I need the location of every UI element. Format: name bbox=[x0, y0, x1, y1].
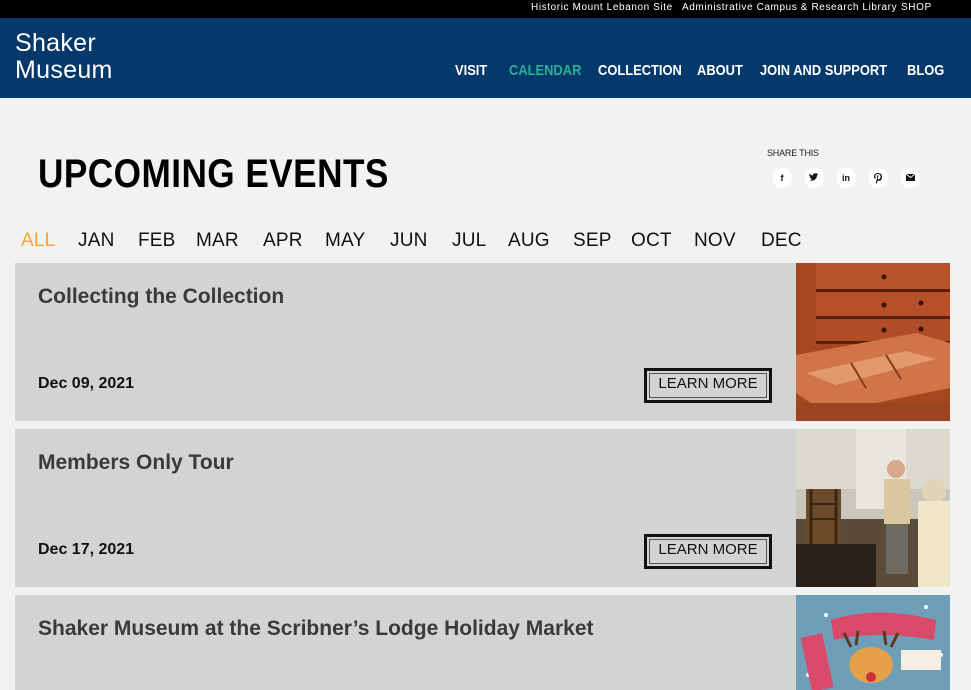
event-title[interactable]: Members Only Tour bbox=[38, 451, 234, 475]
month-filter-jul[interactable]: JUL bbox=[452, 230, 486, 252]
topbar-link-shop[interactable]: SHOP bbox=[901, 2, 932, 13]
site-logo[interactable]: Shaker Museum bbox=[15, 30, 113, 84]
nav-calendar[interactable]: CALENDAR bbox=[509, 62, 581, 79]
nav-join-and-support[interactable]: JOIN AND SUPPORT bbox=[760, 62, 887, 79]
event-image-tour[interactable] bbox=[796, 429, 950, 587]
event-card: Shaker Museum at the Scribner’s Lodge Ho… bbox=[15, 595, 950, 690]
event-date: Dec 17, 2021 bbox=[38, 541, 135, 558]
month-filter-nov[interactable]: NOV bbox=[694, 230, 736, 252]
month-filter-apr[interactable]: APR bbox=[263, 230, 303, 252]
month-filter-feb[interactable]: FEB bbox=[138, 230, 176, 252]
month-filter-oct[interactable]: OCT bbox=[631, 230, 672, 252]
event-date: Dec 09, 2021 bbox=[38, 375, 135, 392]
facebook-icon[interactable]: f bbox=[772, 168, 792, 188]
month-filter-jun[interactable]: JUN bbox=[390, 230, 428, 252]
topbar-link-mount-lebanon[interactable]: Historic Mount Lebanon Site bbox=[531, 2, 673, 13]
nav-visit[interactable]: VISIT bbox=[455, 62, 487, 79]
month-filter-all[interactable]: ALL bbox=[21, 230, 55, 252]
learn-more-button[interactable]: LEARN MORE bbox=[644, 534, 772, 569]
event-image-holiday-market[interactable] bbox=[796, 595, 950, 690]
event-card: Members Only Tour Dec 17, 2021 LEARN MOR… bbox=[15, 429, 950, 587]
twitter-icon[interactable] bbox=[804, 168, 824, 188]
month-filter-mar[interactable]: MAR bbox=[196, 230, 239, 252]
nav-blog[interactable]: BLOG bbox=[907, 62, 944, 79]
logo-line-1: Shaker bbox=[15, 29, 97, 57]
nav-about[interactable]: ABOUT bbox=[697, 62, 743, 79]
logo-line-2: Museum bbox=[15, 56, 113, 84]
learn-more-button[interactable]: LEARN MORE bbox=[644, 368, 772, 403]
nav-collection[interactable]: COLLECTION bbox=[598, 62, 682, 79]
event-title[interactable]: Collecting the Collection bbox=[38, 285, 284, 309]
page-title: UPCOMING EVENTS bbox=[38, 152, 389, 196]
month-filter-sep[interactable]: SEP bbox=[573, 230, 612, 252]
pinterest-icon[interactable] bbox=[868, 168, 888, 188]
month-filter-aug[interactable]: AUG bbox=[508, 230, 550, 252]
top-utility-bar: Historic Mount Lebanon Site Administrati… bbox=[0, 0, 971, 18]
month-filter-may[interactable]: MAY bbox=[325, 230, 365, 252]
month-filter: ALL JAN FEB MAR APR MAY JUN JUL AUG SEP … bbox=[0, 230, 971, 256]
topbar-link-admin-campus[interactable]: Administrative Campus & Research Library bbox=[682, 2, 897, 13]
email-icon[interactable] bbox=[900, 168, 920, 188]
linkedin-icon[interactable]: in bbox=[836, 168, 856, 188]
share-label: SHARE THIS bbox=[767, 148, 819, 158]
event-image-drawers[interactable] bbox=[796, 263, 950, 421]
site-header: Shaker Museum VISIT CALENDAR COLLECTION … bbox=[0, 18, 971, 98]
month-filter-jan[interactable]: JAN bbox=[78, 230, 115, 252]
event-title[interactable]: Shaker Museum at the Scribner’s Lodge Ho… bbox=[38, 617, 594, 641]
event-card: Collecting the Collection Dec 09, 2021 L… bbox=[15, 263, 950, 421]
month-filter-dec[interactable]: DEC bbox=[761, 230, 802, 252]
